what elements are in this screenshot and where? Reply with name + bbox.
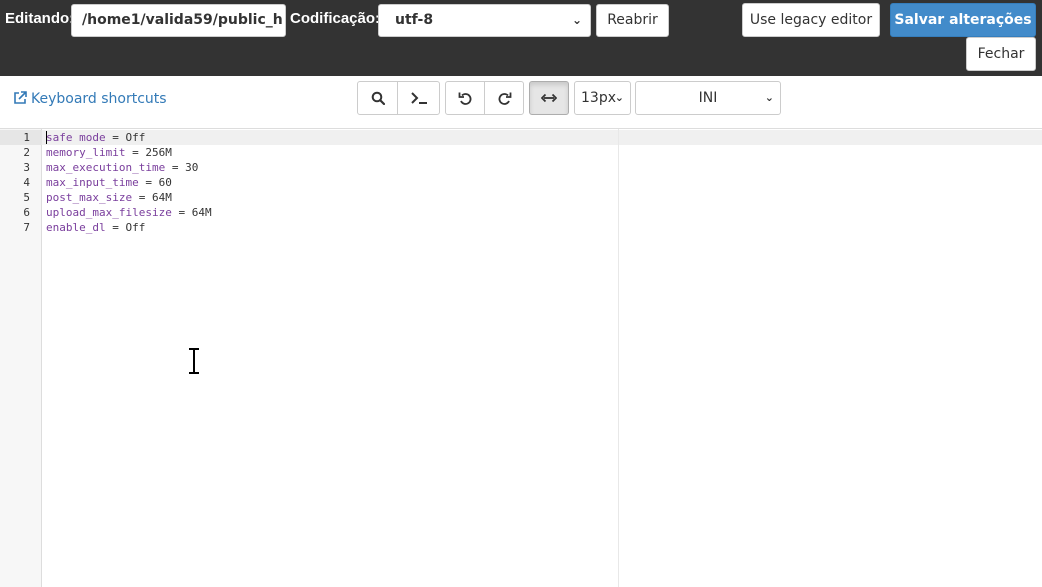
ini-value: = 60 [138,176,172,189]
ini-value: = 64M [132,191,172,204]
encoding-select[interactable]: utf-8 ⌄ [378,4,591,37]
legacy-editor-button[interactable]: Use legacy editor [742,3,880,37]
ini-value: = 256M [125,146,172,159]
line-number: 2 [23,146,30,159]
reopen-button[interactable]: Reabrir [596,4,669,37]
redo-button[interactable] [484,81,524,115]
line-number: 7 [23,221,30,234]
search-icon [371,91,385,105]
editor-header: Editando: /home1/valida59/public_h Codif… [0,0,1042,76]
wrap-icon [541,93,557,103]
encoding-label: Codificação: [290,10,381,27]
ini-key: upload_max_filesize [46,206,172,219]
ini-value: = Off [105,221,146,234]
ini-value: = 64M [171,206,212,219]
ini-value: = 30 [165,161,199,174]
keyboard-shortcuts-label: Keyboard shortcuts [31,91,167,107]
chevron-down-icon: ⌄ [571,13,582,27]
code-line[interactable]: upload_max_filesize = 64M [46,205,212,220]
save-button[interactable]: Salvar alterações [890,3,1036,37]
word-wrap-button[interactable] [529,81,569,115]
line-number: 1 [23,131,30,144]
search-button[interactable] [357,81,398,115]
undo-icon [458,92,471,105]
terminal-icon [410,92,427,104]
chevron-down-icon: ⌄ [764,91,774,104]
file-path-field[interactable]: /home1/valida59/public_h [71,4,286,37]
editing-label: Editando: [5,10,75,27]
line-number: 5 [23,191,30,204]
mode-select[interactable]: INI ⌄ [635,81,781,115]
font-size-value: 13px [581,90,616,106]
line-number: 6 [23,206,30,219]
code-line[interactable]: safe mode = Off [46,130,145,145]
close-button[interactable]: Fechar [966,37,1036,71]
line-number: 3 [23,161,30,174]
undo-button[interactable] [445,81,485,115]
code-line[interactable]: memory_limit = 256M [46,145,172,160]
code-line[interactable]: max_execution_time = 30 [46,160,198,175]
ini-key: max_input_time [46,176,139,189]
code-line[interactable]: enable_dl = Off [46,220,145,235]
ini-key: safe mode [46,131,106,144]
redo-icon [498,92,511,105]
active-line-highlight [0,130,1042,145]
ini-key: post_max_size [46,191,133,204]
ini-key: max_execution_time [46,161,166,174]
mode-value: INI [698,90,718,106]
go-to-line-button[interactable] [397,81,440,115]
ini-key: memory_limit [46,146,126,159]
keyboard-shortcuts-link[interactable]: Keyboard shortcuts [13,89,167,109]
chevron-down-icon: ⌄ [614,91,624,104]
code-editor[interactable]: 1 2 3 4 5 6 7 safe mode = Off memory_lim… [0,128,1042,587]
ini-value: = Off [105,131,146,144]
encoding-value: utf-8 [395,12,434,28]
external-link-icon [14,91,27,104]
font-size-select[interactable]: 13px ⌄ [574,81,631,115]
text-cursor [46,131,47,144]
line-number: 4 [23,176,30,189]
print-margin [618,129,619,587]
ibeam-cursor-icon [189,348,199,374]
ini-key: enable_dl [46,221,106,234]
code-line[interactable]: max_input_time = 60 [46,175,172,190]
code-line[interactable]: post_max_size = 64M [46,190,172,205]
